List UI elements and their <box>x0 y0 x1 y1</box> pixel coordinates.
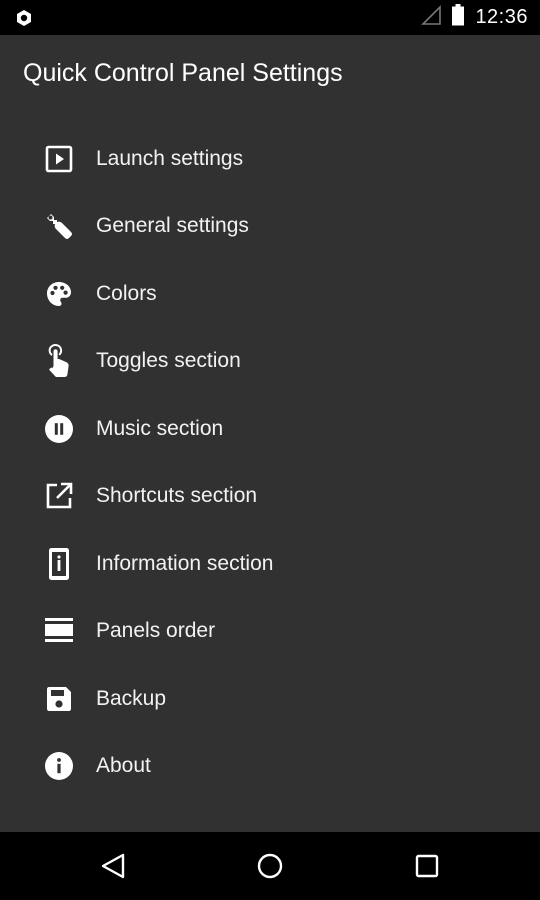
menu-item-panels-order[interactable]: Panels order <box>0 598 540 666</box>
phone-info-icon <box>43 547 75 580</box>
palette-icon <box>43 278 75 310</box>
menu-item-toggles-section[interactable]: Toggles section <box>0 328 540 396</box>
menu-item-label: Music section <box>96 416 224 440</box>
menu-item-label: Information section <box>96 551 274 575</box>
menu-item-information-section[interactable]: Information section <box>0 530 540 598</box>
wrench-icon <box>43 210 75 242</box>
status-right: 12:36 <box>421 0 528 35</box>
status-time: 12:36 <box>475 6 528 28</box>
menu-item-label: Toggles section <box>96 349 241 373</box>
settings-list: Launch settings General settings Colors … <box>0 125 540 800</box>
menu-item-backup[interactable]: Backup <box>0 665 540 733</box>
menu-item-label: Panels order <box>96 619 216 643</box>
panels-icon <box>43 615 75 647</box>
save-icon <box>43 683 75 715</box>
pause-circle-icon <box>43 413 75 445</box>
notification-hex-icon <box>14 8 34 28</box>
touch-icon <box>43 344 75 378</box>
recents-icon[interactable] <box>409 848 445 884</box>
status-bar: 12:36 <box>0 0 540 35</box>
menu-item-about[interactable]: About <box>0 733 540 801</box>
home-icon[interactable] <box>252 848 288 884</box>
open-in-new-icon <box>43 480 75 512</box>
signal-icon <box>421 5 442 30</box>
menu-item-general-settings[interactable]: General settings <box>0 193 540 261</box>
menu-item-launch-settings[interactable]: Launch settings <box>0 125 540 193</box>
menu-item-label: Shortcuts section <box>96 484 258 508</box>
battery-icon <box>451 4 465 31</box>
play-box-icon <box>43 143 75 175</box>
menu-item-colors[interactable]: Colors <box>0 260 540 328</box>
info-icon <box>43 750 75 782</box>
back-icon[interactable] <box>95 848 131 884</box>
menu-item-label: Colors <box>96 281 157 305</box>
menu-item-music-section[interactable]: Music section <box>0 395 540 463</box>
app-bar: Quick Control Panel Settings <box>0 35 540 119</box>
menu-item-shortcuts-section[interactable]: Shortcuts section <box>0 463 540 531</box>
screen: 12:36 Quick Control Panel Settings Launc… <box>0 0 540 900</box>
menu-item-label: Backup <box>96 686 167 710</box>
navigation-bar <box>0 832 540 900</box>
menu-item-label: About <box>96 754 151 778</box>
menu-item-label: General settings <box>96 214 249 238</box>
page-title: Quick Control Panel Settings <box>23 59 343 87</box>
menu-item-label: Launch settings <box>96 146 244 170</box>
